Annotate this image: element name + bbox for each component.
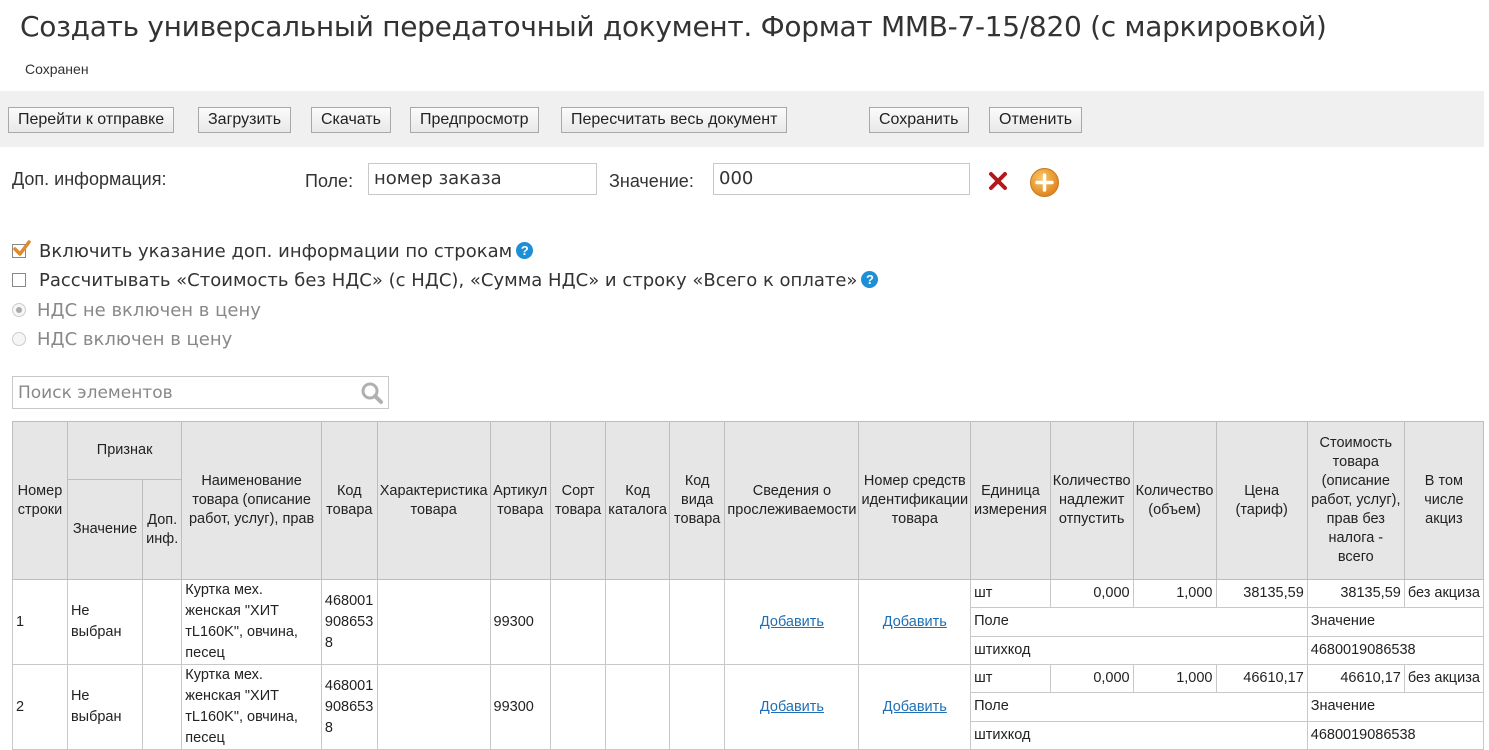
header-identification: Номер средств идентификации товара	[858, 421, 972, 580]
table-row[interactable]: 1 Не выбран Куртка мех. женская "ХИТ тL1…	[12, 578, 1484, 665]
checkmark-icon	[13, 240, 31, 256]
cell-kind[interactable]	[668, 664, 726, 750]
vat-included-radio[interactable]	[12, 332, 26, 346]
page-title: Создать универсальный передаточный докум…	[20, 10, 1327, 43]
header-sign-extra: Доп. инф.	[142, 479, 183, 580]
upload-button[interactable]: Загрузить	[198, 107, 292, 133]
field-name-input[interactable]: номер заказа	[368, 163, 597, 195]
header-sort: Сорт товара	[549, 421, 607, 580]
extra-info-label: Доп. информация:	[12, 169, 167, 189]
table-row[interactable]: 2 Не выбран Куртка мех. женская "ХИТ тL1…	[12, 663, 1484, 750]
search-box	[12, 376, 389, 409]
download-button[interactable]: Скачать	[311, 107, 391, 133]
cell-sort[interactable]	[549, 664, 607, 750]
header-qty: Количество (объем)	[1132, 421, 1217, 580]
cell-article[interactable]: 99300	[489, 664, 551, 750]
delete-icon[interactable]	[987, 170, 1009, 192]
header-characteristic: Характеристика товара	[376, 421, 491, 580]
add-traceability-link[interactable]: Добавить	[760, 699, 824, 715]
header-code: Код товара	[320, 421, 378, 580]
cell-sign-extra[interactable]	[142, 579, 183, 665]
header-excise: В том числе акциз	[1403, 421, 1484, 580]
cell-catalog[interactable]	[605, 664, 670, 750]
cell-unit[interactable]: шт	[970, 663, 1051, 694]
calc-totals-label: Рассчитывать «Стоимость без НДС» (с НДС)…	[39, 270, 858, 291]
cell-sign-extra[interactable]	[142, 664, 183, 750]
cell-cost[interactable]: 46610,17	[1306, 663, 1405, 694]
cell-cost[interactable]: 38135,59	[1306, 578, 1405, 609]
cell-price[interactable]: 46610,17	[1215, 663, 1308, 694]
extra-value-header: Значение	[1306, 607, 1484, 637]
extra-field-header: Поле	[970, 607, 1308, 637]
cell-characteristic[interactable]	[376, 579, 491, 665]
items-table: Номер строки Признак Наименование товара…	[12, 421, 1484, 750]
cell-characteristic[interactable]	[376, 664, 491, 750]
vat-not-included-label: НДС не включен в цену	[37, 300, 261, 321]
header-catalog: Код каталога	[605, 421, 670, 580]
add-icon[interactable]	[1029, 167, 1060, 198]
cancel-button[interactable]: Отменить	[989, 107, 1083, 133]
cell-qty-release[interactable]: 0,000	[1049, 663, 1134, 694]
extra-field-cell[interactable]: штихкод	[970, 635, 1308, 666]
cell-price[interactable]: 38135,59	[1215, 578, 1308, 609]
recalc-document-button[interactable]: Пересчитать весь документ	[561, 107, 788, 133]
cell-row-number: 1	[12, 579, 68, 665]
extra-value-header: Значение	[1306, 692, 1484, 722]
cell-article[interactable]: 99300	[489, 579, 551, 665]
cell-sign-value[interactable]: Не выбран	[66, 664, 144, 750]
add-traceability-link[interactable]: Добавить	[760, 614, 824, 630]
header-kind: Код вида товара	[668, 421, 726, 580]
cell-code[interactable]: 4680019086538	[320, 579, 378, 665]
extra-field-header: Поле	[970, 692, 1308, 722]
cell-unit[interactable]: шт	[970, 578, 1051, 609]
add-identification-link[interactable]: Добавить	[883, 699, 947, 715]
include-extra-by-rows-label: Включить указание доп. информации по стр…	[39, 241, 513, 262]
help-icon[interactable]: ?	[861, 271, 879, 288]
header-row-number: Номер строки	[12, 421, 68, 580]
help-icon[interactable]: ?	[516, 242, 534, 259]
save-status: Сохранен	[25, 61, 89, 77]
header-qty-release: Количество надлежит отпустить	[1049, 421, 1134, 580]
cell-catalog[interactable]	[605, 579, 670, 665]
cell-name[interactable]: Куртка мех. женская "ХИТ тL160K", овчина…	[181, 664, 322, 750]
vat-included-label: НДС включен в цену	[37, 329, 233, 350]
field-value-input[interactable]: 000	[713, 163, 970, 195]
header-sign-value: Значение	[66, 479, 144, 580]
search-input[interactable]	[13, 377, 363, 408]
save-button[interactable]: Сохранить	[869, 107, 969, 133]
cell-qty[interactable]: 1,000	[1132, 578, 1217, 609]
toolbar: Перейти к отправке Загрузить Скачать Пре…	[0, 91, 1484, 147]
cell-qty-release[interactable]: 0,000	[1049, 578, 1134, 609]
extra-value-cell[interactable]: 4680019086538	[1306, 720, 1484, 750]
cell-code[interactable]: 4680019086538	[320, 664, 378, 750]
field-label: Поле:	[305, 171, 354, 191]
cell-kind[interactable]	[668, 579, 726, 665]
cell-sort[interactable]	[549, 579, 607, 665]
header-name: Наименование товара (описание работ, усл…	[181, 421, 322, 580]
value-label: Значение:	[609, 171, 694, 191]
calc-totals-checkbox[interactable]	[12, 273, 26, 287]
header-unit: Единица измерения	[970, 421, 1051, 580]
cell-excise[interactable]: без акциза	[1403, 663, 1484, 694]
add-identification-link[interactable]: Добавить	[883, 614, 947, 630]
cell-excise[interactable]: без акциза	[1403, 578, 1484, 609]
header-article: Артикул товара	[489, 421, 551, 580]
header-price: Цена (тариф)	[1215, 421, 1308, 580]
header-cost-no-tax: Стоимость товара (описание работ, услуг)…	[1306, 421, 1405, 580]
extra-value-cell[interactable]: 4680019086538	[1306, 635, 1484, 666]
header-traceability: Сведения о прослеживаемости	[724, 421, 860, 580]
extra-field-cell[interactable]: штихкод	[970, 720, 1308, 750]
goto-send-button[interactable]: Перейти к отправке	[8, 107, 175, 133]
cell-row-number: 2	[12, 664, 68, 750]
cell-name[interactable]: Куртка мех. женская "ХИТ тL160K", овчина…	[181, 579, 322, 665]
search-icon[interactable]	[360, 381, 384, 405]
cell-qty[interactable]: 1,000	[1132, 663, 1217, 694]
preview-button[interactable]: Предпросмотр	[410, 107, 539, 133]
vat-not-included-radio[interactable]	[12, 303, 26, 317]
cell-sign-value[interactable]: Не выбран	[66, 579, 144, 665]
header-sign: Признак	[66, 421, 183, 480]
